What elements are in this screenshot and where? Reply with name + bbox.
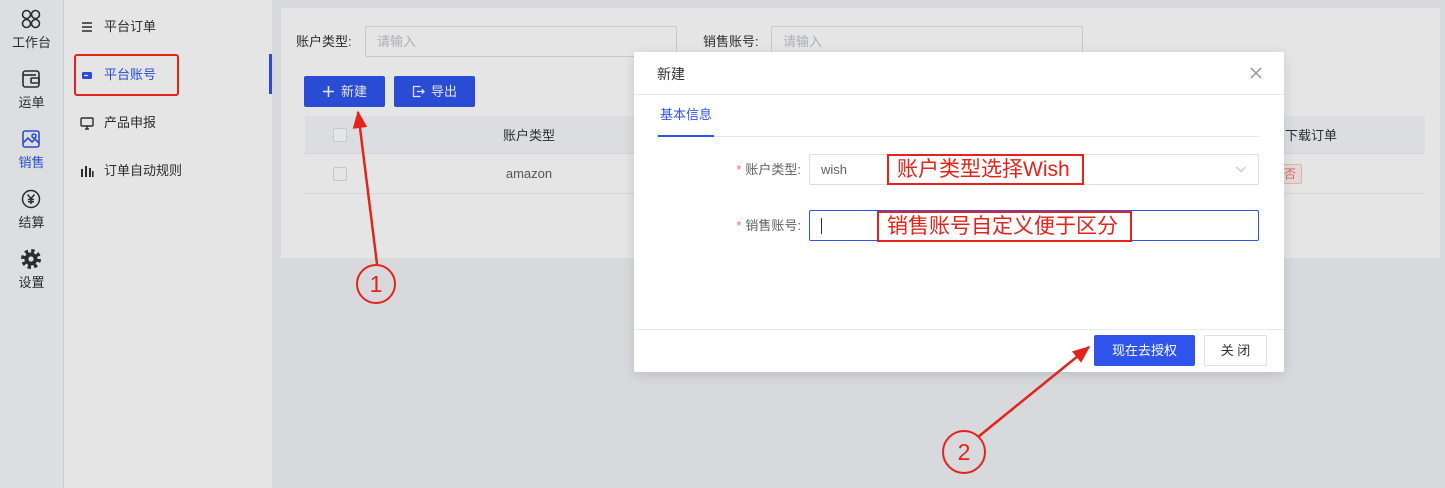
tab-basic-info[interactable]: 基本信息 [658,100,715,137]
dialog-footer-divider [634,329,1284,330]
annotation-note-account-type: 账户类型选择Wish [887,154,1084,185]
sales-account-field-label: * 销售账号: [704,210,801,241]
sales-account-label-text: 销售账号: [745,218,801,233]
annotation-note-sales-account: 销售账号自定义便于区分 [877,211,1132,242]
account-type-label-text: 账户类型: [745,162,801,177]
account-type-field-label: * 账户类型: [704,154,801,185]
annotation-highlight-platform-account [74,54,179,96]
authorize-now-button[interactable]: 现在去授权 [1094,335,1195,366]
close-button[interactable]: 关 闭 [1204,335,1267,366]
dialog-tabs: 基本信息 [658,100,1259,137]
close-icon[interactable] [1249,66,1263,80]
required-mark: * [736,162,742,177]
account-type-selected-value: wish [821,162,848,177]
required-mark: * [736,218,742,233]
dialog-header-divider [634,94,1284,95]
dialog-title: 新建 [657,66,685,82]
chevron-down-icon [1235,163,1247,175]
text-cursor [821,218,822,234]
